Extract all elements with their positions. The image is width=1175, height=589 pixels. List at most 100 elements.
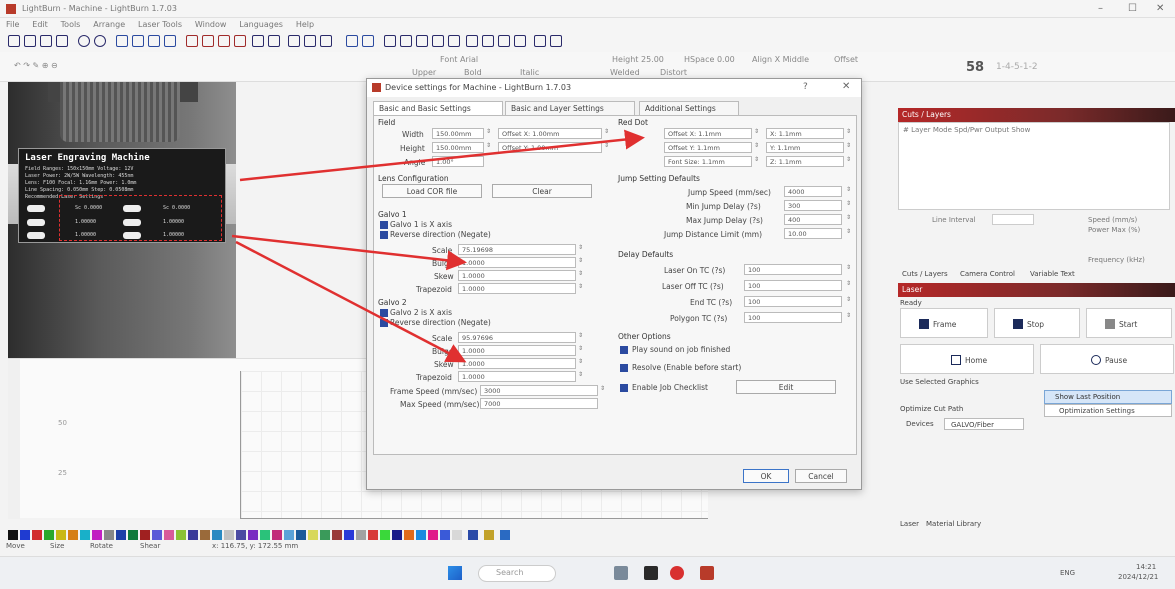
galvo2-skew-spinner[interactable]: ⇕ — [578, 358, 584, 369]
galvo1-trapezoid-field[interactable]: 1.0000 — [458, 283, 576, 294]
add-icon[interactable] — [550, 35, 562, 47]
palette-swatch[interactable] — [308, 530, 318, 540]
palette-swatch[interactable] — [332, 530, 342, 540]
camera-icon[interactable] — [268, 35, 280, 47]
offset-x-field[interactable]: Offset X: 1.00mm — [498, 128, 602, 139]
red-dot-scale-z[interactable]: Z: 1.1mm — [766, 156, 844, 167]
galvo1-skew-field[interactable]: 1.0000 — [458, 270, 576, 281]
zoom-in-icon[interactable] — [78, 35, 90, 47]
new-file-icon[interactable] — [8, 35, 20, 47]
start-menu-icon[interactable] — [448, 566, 462, 580]
palette-swatch[interactable] — [368, 530, 378, 540]
dialog-close-button[interactable]: ✕ — [842, 81, 850, 92]
clock-time[interactable]: 14:21 — [1136, 563, 1156, 571]
polyline-icon[interactable] — [218, 35, 230, 47]
palette-swatch[interactable] — [164, 530, 174, 540]
frame-speed-spinner[interactable]: ⇕ — [600, 385, 606, 396]
menu-languages[interactable]: Languages — [239, 20, 283, 29]
galvo2-x-axis-checkbox[interactable] — [380, 309, 388, 317]
distribute-icon[interactable] — [432, 35, 444, 47]
text-icon[interactable] — [148, 35, 160, 47]
palette-swatch[interactable] — [44, 530, 54, 540]
galvo2-trapezoid-spinner[interactable]: ⇕ — [578, 371, 584, 382]
welded-toggle[interactable]: Welded — [610, 68, 640, 77]
frame-speed-field[interactable]: 3000 — [480, 385, 598, 396]
job-checklist-checkbox[interactable] — [620, 384, 628, 392]
laser-on-tc-spinner[interactable]: ⇕ — [846, 264, 852, 275]
weld-icon[interactable] — [346, 35, 358, 47]
align-left-icon[interactable] — [384, 35, 396, 47]
red-dot-offset-x[interactable]: Offset X: 1.1mm — [664, 128, 752, 139]
red-dot-scale-z-spinner[interactable]: ⇕ — [846, 156, 852, 167]
tab-material-library[interactable]: Material Library — [926, 520, 981, 528]
chrome-icon[interactable] — [670, 566, 684, 580]
grid-icon[interactable] — [482, 35, 494, 47]
edit-nodes-icon[interactable] — [132, 35, 144, 47]
line-interval-field[interactable] — [992, 214, 1034, 225]
palette-swatch[interactable] — [380, 530, 390, 540]
palette-swatch[interactable] — [224, 530, 234, 540]
maximize-button[interactable]: ☐ — [1128, 3, 1137, 14]
galvo1-reverse-checkbox[interactable] — [380, 231, 388, 239]
end-tc-spinner[interactable]: ⇕ — [846, 296, 852, 307]
palette-swatch[interactable] — [296, 530, 306, 540]
palette-swatch[interactable] — [392, 530, 402, 540]
menu-tools[interactable]: Tools — [61, 20, 81, 29]
tab-laser[interactable]: Laser — [900, 520, 919, 528]
palette-swatch[interactable] — [272, 530, 282, 540]
palette-swatch[interactable] — [468, 530, 478, 540]
palette-swatch[interactable] — [248, 530, 258, 540]
arrow-icon[interactable] — [186, 35, 198, 47]
tab-basic-settings[interactable]: Basic and Basic Settings — [373, 101, 503, 115]
close-button[interactable]: ✕ — [1156, 3, 1164, 14]
minimize-button[interactable]: – — [1098, 3, 1103, 14]
resolve-checkbox[interactable] — [620, 364, 628, 372]
palette-swatch[interactable] — [260, 530, 270, 540]
align-right-icon[interactable] — [416, 35, 428, 47]
clock-date[interactable]: 2024/12/21 — [1118, 573, 1158, 581]
monitor-icon[interactable] — [288, 35, 300, 47]
laser-on-tc-field[interactable]: 100 — [744, 264, 842, 275]
galvo1-bulge-spinner[interactable]: ⇕ — [578, 257, 584, 268]
brush-icon[interactable] — [234, 35, 246, 47]
galvo2-scale-field[interactable]: 95.97696 — [458, 332, 576, 343]
save-as-icon[interactable] — [56, 35, 68, 47]
settings-icon[interactable] — [534, 35, 546, 47]
palette-swatch[interactable] — [284, 530, 294, 540]
edit-checklist-button[interactable]: Edit — [736, 380, 836, 394]
tab-cuts-layers[interactable]: Cuts / Layers — [902, 270, 948, 278]
palette-swatch[interactable] — [128, 530, 138, 540]
palette-swatch[interactable] — [320, 530, 330, 540]
palette-swatch[interactable] — [140, 530, 150, 540]
layer-shortcuts[interactable]: 1-4-5-1-2 — [996, 62, 1038, 72]
palette-swatch[interactable] — [452, 530, 462, 540]
jump-distance-field[interactable]: 10.00 — [784, 228, 842, 239]
galvo2-trapezoid-field[interactable]: 1.0000 — [458, 371, 576, 382]
italic-toggle[interactable]: Italic — [520, 68, 539, 77]
ok-button[interactable]: OK — [743, 469, 789, 483]
polygon-tc-spinner[interactable]: ⇕ — [846, 312, 852, 323]
offset-y-spinner[interactable]: ⇕ — [604, 142, 610, 153]
height-field[interactable]: 150.00mm — [432, 142, 484, 153]
clear-button[interactable]: Clear — [492, 184, 592, 198]
home-button[interactable]: Home — [900, 344, 1034, 374]
open-file-icon[interactable] — [24, 35, 36, 47]
explorer-icon[interactable] — [614, 566, 628, 580]
palette-swatch[interactable] — [80, 530, 90, 540]
width-spinner[interactable]: ⇕ — [486, 128, 492, 139]
group-icon[interactable] — [448, 35, 460, 47]
palette-swatch[interactable] — [32, 530, 42, 540]
boolean-icon[interactable] — [362, 35, 374, 47]
help-button[interactable]: ? — [803, 82, 808, 92]
palette-swatch[interactable] — [56, 530, 66, 540]
red-dot-scale-x[interactable]: X: 1.1mm — [766, 128, 844, 139]
position-icon[interactable] — [164, 35, 176, 47]
palette-swatch[interactable] — [404, 530, 414, 540]
galvo1-trapezoid-spinner[interactable]: ⇕ — [578, 283, 584, 294]
galvo1-scale-field[interactable]: 75.19698 — [458, 244, 576, 255]
app-icon[interactable] — [644, 566, 658, 580]
language-indicator[interactable]: ENG — [1060, 569, 1075, 577]
palette-swatch[interactable] — [116, 530, 126, 540]
palette-swatch[interactable] — [188, 530, 198, 540]
cuts-layers-list[interactable]: # Layer Mode Spd/Pwr Output Show — [898, 122, 1170, 210]
